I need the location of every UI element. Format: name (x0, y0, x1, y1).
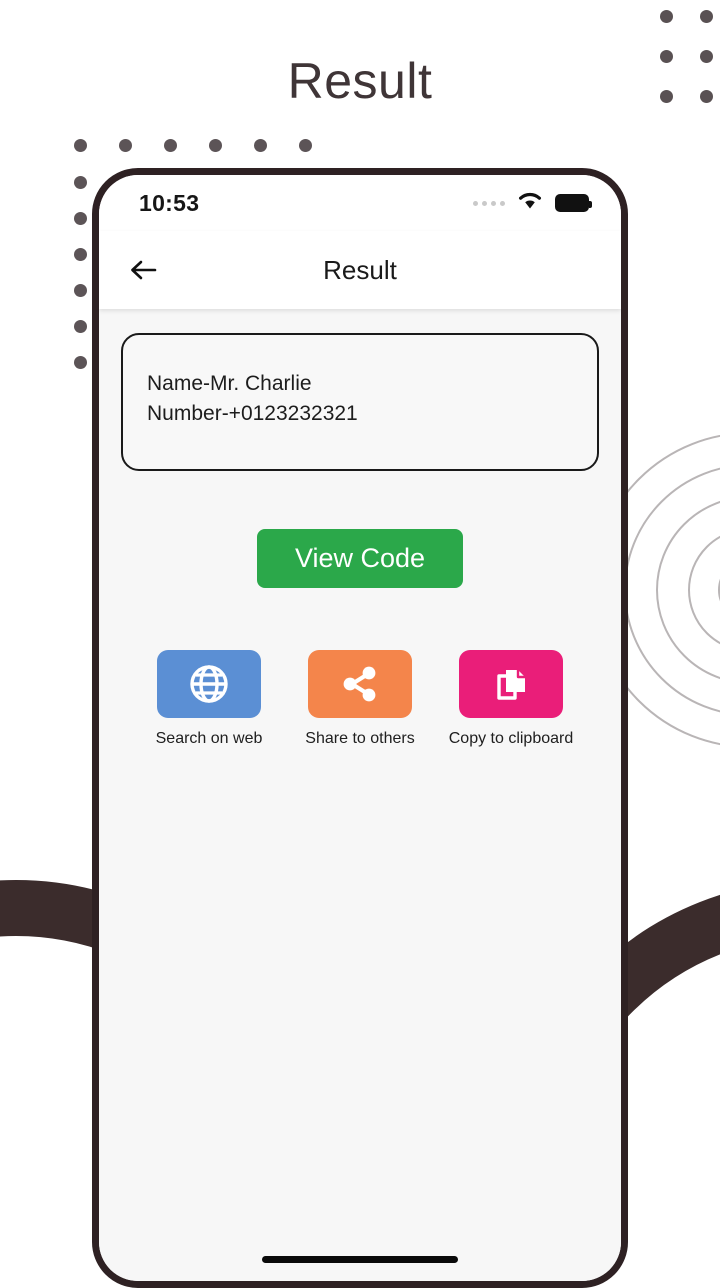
decor-dot (74, 284, 87, 297)
decor-dot (74, 248, 87, 261)
page-title: Result (287, 53, 433, 109)
action-label: Copy to clipboard (448, 729, 574, 747)
decor-ring (656, 496, 720, 684)
decor-dot (74, 320, 87, 333)
wifi-icon (517, 191, 543, 215)
result-card: Name-Mr. Charlie Number-+0123232321 (121, 333, 599, 471)
signal-dots-icon (473, 200, 505, 206)
action-buttons-row: Search on web Share to others Copy to cl… (121, 649, 599, 748)
decor-dot (164, 139, 177, 152)
dot-column-left (74, 176, 87, 369)
result-name-line: Name-Mr. Charlie (147, 372, 312, 395)
decor-dot (660, 10, 673, 23)
phone-mockup: 10:53 Result Name-Mr. Charlie Number-+01… (92, 168, 628, 1288)
app-bar: Result (99, 231, 621, 309)
decor-ring (624, 464, 720, 716)
dot-row-top (74, 139, 312, 152)
action-label: Search on web (155, 729, 263, 747)
battery-full-icon (555, 194, 592, 212)
home-gesture-bar[interactable] (262, 1256, 458, 1263)
decor-dot (74, 139, 87, 152)
globe-icon (157, 649, 261, 718)
status-bar-icons (473, 191, 592, 215)
action-search-on-web[interactable]: Search on web (135, 649, 283, 748)
decor-ring (688, 528, 720, 652)
decor-dot (209, 139, 222, 152)
decor-dot (299, 139, 312, 152)
decor-dot (119, 139, 132, 152)
decor-dot (254, 139, 267, 152)
result-number-line: Number-+0123232321 (147, 401, 358, 425)
decor-dot (74, 176, 87, 189)
view-code-button[interactable]: View Code (256, 528, 464, 588)
action-share-to-others[interactable]: Share to others (286, 649, 434, 748)
decor-dot (74, 212, 87, 225)
copy-documents-icon (459, 649, 563, 718)
status-bar: 10:53 (99, 175, 621, 231)
action-label: Share to others (305, 729, 415, 747)
action-copy-to-clipboard[interactable]: Copy to clipboard (437, 649, 585, 748)
screen-content: Name-Mr. Charlie Number-+0123232321 View… (99, 309, 621, 1281)
decor-dot (700, 10, 713, 23)
decor-dot (74, 356, 87, 369)
share-nodes-icon (308, 649, 412, 718)
app-bar-title: Result (323, 254, 397, 285)
status-bar-time: 10:53 (139, 189, 200, 216)
